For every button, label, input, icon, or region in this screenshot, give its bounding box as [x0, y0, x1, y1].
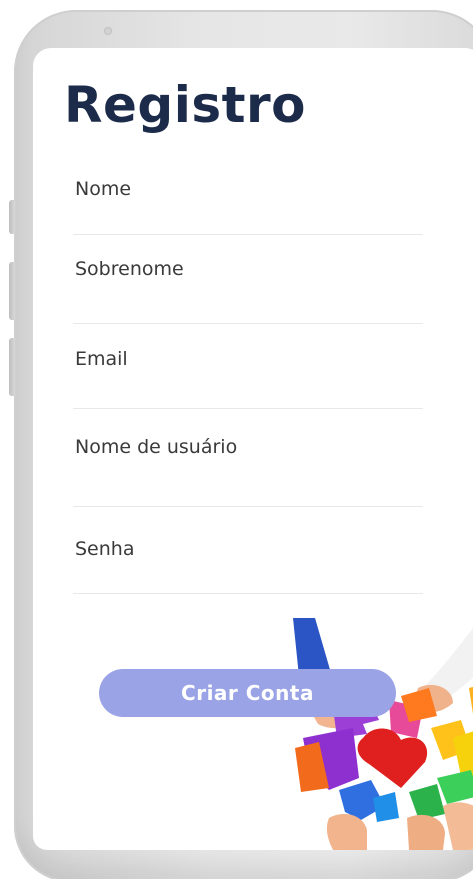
- app-viewport: Registro Nome Sobrenome Email Nome de us…: [0, 0, 473, 879]
- last-name-field[interactable]: [73, 258, 425, 280]
- phone-volume-down-button: [9, 338, 15, 396]
- phone-camera-icon: [104, 27, 112, 35]
- password-field[interactable]: [73, 538, 425, 560]
- username-field[interactable]: [73, 436, 425, 458]
- page-title: Registro: [64, 76, 307, 134]
- last-name-field-wrapper: [73, 258, 425, 324]
- phone-side-button: [9, 200, 15, 234]
- first-name-field-wrapper: [73, 178, 425, 235]
- phone-screen: Registro Nome Sobrenome Email Nome de us…: [33, 48, 473, 850]
- email-field[interactable]: [73, 348, 425, 370]
- first-name-field[interactable]: [73, 178, 425, 200]
- create-account-button[interactable]: Criar Conta: [99, 669, 396, 717]
- email-field-wrapper: [73, 348, 425, 409]
- phone-volume-up-button: [9, 262, 15, 320]
- password-field-wrapper: [73, 538, 425, 594]
- username-field-wrapper: [73, 436, 425, 507]
